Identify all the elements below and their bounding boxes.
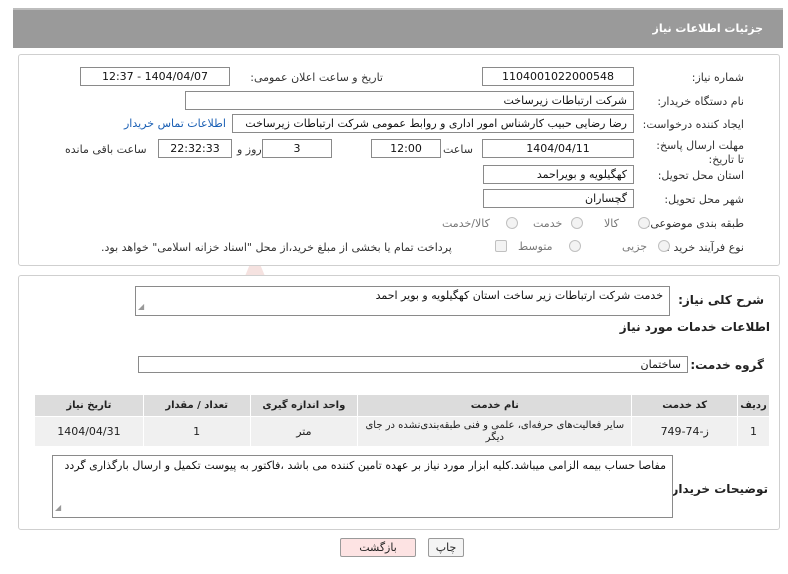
deadline-time-field: 12:00 [371,139,441,158]
requester-field: رضا رضایی حبیب کارشناس امور اداری و رواب… [232,114,634,133]
category-goods-label: کالا [604,217,619,230]
remaining-time-label: ساعت باقی مانده [65,143,147,156]
province-label: استان محل تحویل: [657,169,744,182]
service-group-label: گروه خدمت: [690,358,764,372]
page-title: جزئیات اطلاعات نیاز [652,22,764,35]
col-service-code: کد خدمت [631,394,738,417]
need-number-label: شماره نیاز: [691,71,744,84]
remaining-days-field: 3 [262,139,332,158]
announce-date-field: 1404/04/07 - 12:37 [80,67,230,86]
summary-textarea: خدمت شرکت ارتباطات زیر ساخت استان کهگیلو… [135,286,670,316]
need-number-field: 1104001022000548 [482,67,634,86]
treasury-payment-checkbox[interactable] [495,240,507,252]
col-row-number: ردیف [737,394,770,417]
deadline-label: مهلت ارسال پاسخ: تا تاریخ: [656,139,744,166]
city-field: گچساران [483,189,634,208]
table-row: 1 ز-74-749 سایر فعالیت‌های حرفه‌ای، علمی… [34,416,770,447]
announce-date-label: تاریخ و ساعت اعلان عمومی: [250,71,383,84]
buyer-org-label: نام دستگاه خریدار: [657,95,744,108]
process-minor-radio[interactable] [658,240,670,252]
cell-unit: متر [249,416,359,447]
cell-quantity: 1 [142,416,251,447]
col-unit: واحد اندازه گیری [249,394,359,417]
print-button[interactable]: چاپ [428,538,464,557]
col-service-name: نام خدمت [357,394,633,417]
service-group-field: ساختمان [138,356,688,373]
process-medium-radio[interactable] [569,240,581,252]
table-header-row: ردیف کد خدمت نام خدمت واحد اندازه گیری ت… [34,394,770,417]
buyer-notes-textarea: مفاصا حساب بیمه الزامی میباشد.کلیه ابزار… [52,455,673,518]
city-label: شهر محل تحویل: [664,193,744,206]
requester-label: ایجاد کننده درخواست: [642,118,744,131]
deadline-date-field: 1404/04/11 [482,139,634,158]
page-header: جزئیات اطلاعات نیاز [13,8,783,48]
category-goods-service-label: کالا/خدمت [442,217,490,230]
treasury-payment-note: پرداخت تمام یا بخشی از مبلغ خرید،از محل … [101,241,452,254]
buyer-contact-link[interactable]: اطلاعات تماس خریدار [124,117,226,130]
process-minor-label: جزیی [622,240,648,253]
province-field: کهگیلویه و بویراحمد [483,165,634,184]
cell-need-date: 1404/04/31 [34,416,144,447]
remaining-days-label: روز و [237,143,262,156]
summary-text: خدمت شرکت ارتباطات زیر ساخت استان کهگیلو… [375,289,663,302]
category-service-label: خدمت [533,217,563,230]
process-label: نوع فرآیند خرید : [666,241,744,254]
buyer-notes-label: توضیحات خریدار: [666,482,768,496]
services-section-title: اطلاعات خدمات مورد نیاز [619,320,770,334]
col-quantity: تعداد / مقدار [142,394,251,417]
back-button[interactable]: بازگشت [340,538,416,557]
summary-label: شرح کلی نیاز: [678,293,764,307]
category-service-radio[interactable] [571,217,583,229]
resize-grip-icon[interactable]: ◢ [55,500,61,516]
remaining-time-field: 22:32:33 [158,139,232,158]
resize-grip-icon[interactable]: ◢ [138,300,144,314]
cell-service-code: ز-74-749 [631,416,738,447]
buyer-org-field: شرکت ارتباطات زیرساخت [185,91,634,110]
col-need-date: تاریخ نیاز [34,394,144,417]
buyer-notes-text: مفاصا حساب بیمه الزامی میباشد.کلیه ابزار… [64,459,666,472]
category-goods-radio[interactable] [638,217,650,229]
services-table: ردیف کد خدمت نام خدمت واحد اندازه گیری ت… [34,394,770,447]
cell-row-number: 1 [737,416,770,447]
category-goods-service-radio[interactable] [506,217,518,229]
category-label: طبقه بندی موضوعی: [646,217,744,230]
deadline-time-label: ساعت [443,143,473,156]
cell-service-name: سایر فعالیت‌های حرفه‌ای، علمی و فنی طبقه… [357,416,633,447]
process-medium-label: متوسط [518,240,553,253]
